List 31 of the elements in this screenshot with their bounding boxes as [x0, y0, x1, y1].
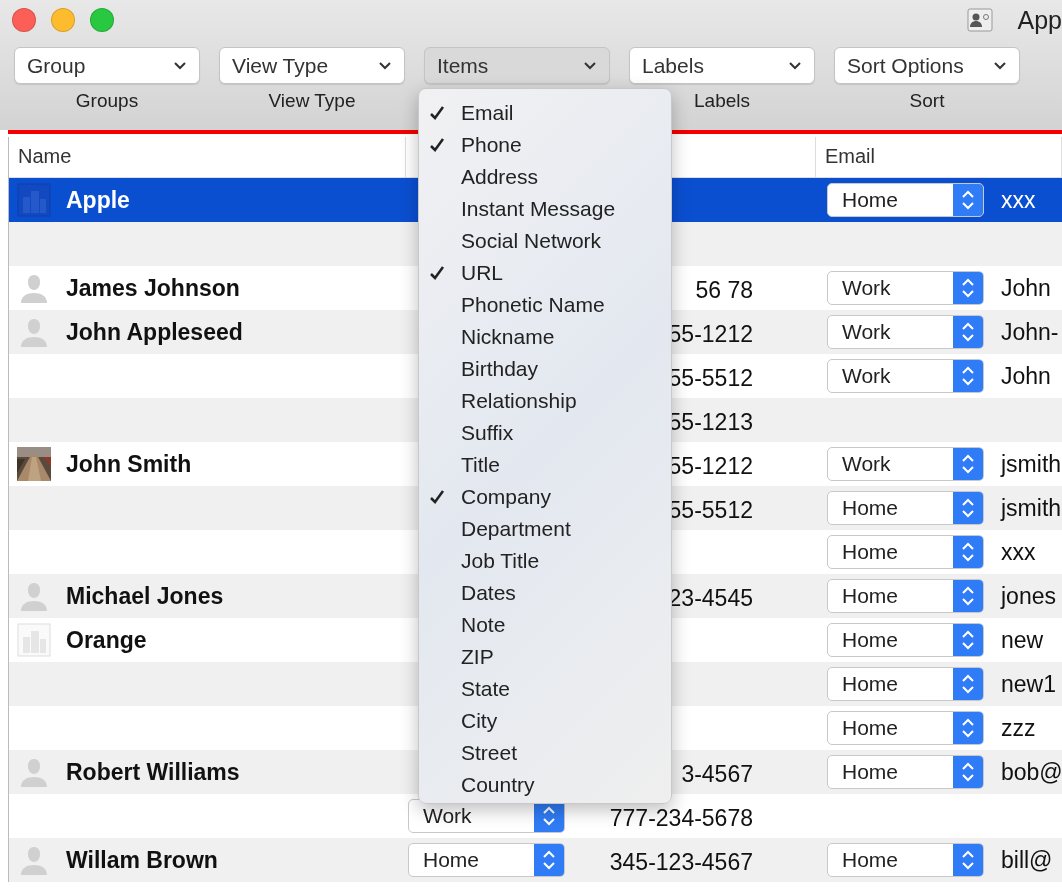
contact-name: John Appleseed [66, 318, 243, 346]
contact-name: James Johnson [66, 274, 240, 302]
toolbar-label: Sort [909, 90, 945, 113]
contact-name: Michael Jones [66, 582, 224, 610]
phone-number: 3-4567 [680, 762, 753, 786]
contact-name: Robert Williams [66, 758, 240, 786]
email-address: new [1001, 626, 1044, 654]
phone-number: 345-123-4567 [608, 850, 753, 874]
email-address: jones [1001, 582, 1056, 610]
email-address: jsmith [1001, 494, 1062, 522]
email-address: new1 [1001, 670, 1056, 698]
toolbar-label: Labels [694, 90, 750, 113]
email-address: John- [1001, 318, 1059, 346]
contact-name: Orange [66, 626, 147, 654]
email-address: bill@ [1001, 846, 1053, 874]
email-address: jsmith [1001, 450, 1062, 478]
email-address: John [1001, 362, 1051, 390]
contact-name: John Smith [66, 450, 192, 478]
email-address: xxx [1001, 538, 1036, 566]
contact-name: Apple [66, 186, 130, 214]
email-address: xxx [1001, 186, 1036, 214]
email-address: zzz [1001, 714, 1036, 742]
toolbar-label: View Type [268, 90, 356, 113]
contact-name: Willam Brown [66, 846, 218, 874]
email-address: John [1001, 274, 1051, 302]
phone-number: 777-234-5678 [608, 806, 753, 830]
email-address: bob@ [1001, 758, 1062, 786]
window-title: App [1017, 5, 1062, 35]
phone-number: 56 78 [694, 278, 753, 302]
toolbar-label: Groups [75, 90, 139, 113]
phone-number: 23-4545 [667, 586, 753, 610]
